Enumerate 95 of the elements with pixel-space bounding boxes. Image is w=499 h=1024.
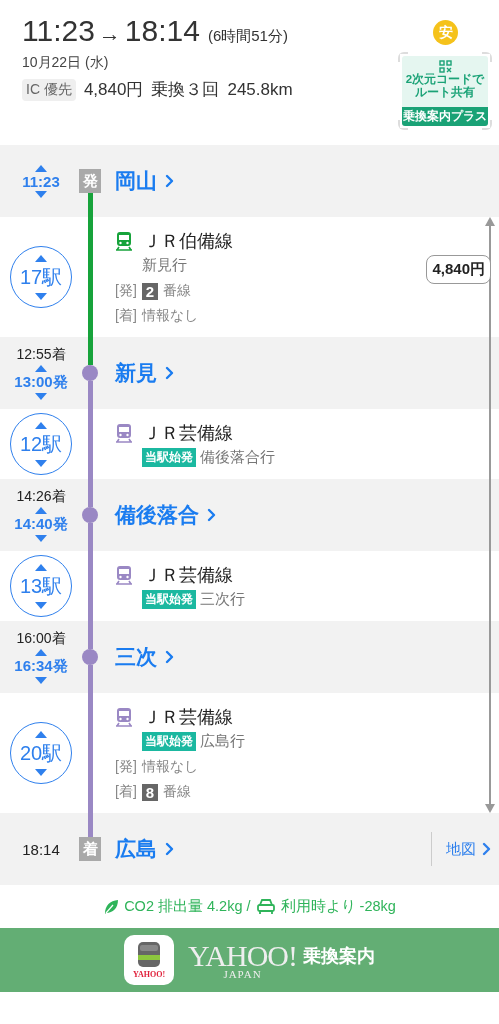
arrow-text: → <box>98 21 121 47</box>
up-arrow-icon[interactable] <box>35 365 47 372</box>
platform-label: [発] <box>115 282 137 300</box>
train-icon <box>115 231 133 251</box>
station-dot <box>82 649 98 665</box>
up-arrow-icon[interactable] <box>35 164 47 172</box>
station-dot <box>82 365 98 381</box>
fare-text: 4,840円 <box>83 79 144 101</box>
fare-label: 4,840円 <box>426 255 491 284</box>
app-icon-label: YAHOO! <box>132 971 166 979</box>
depart-time: 11:23 <box>22 14 95 48</box>
qr-share-button[interactable]: 2次元コードで ルート共有 乗換案内プラス <box>398 52 492 130</box>
platform-text: 番線 <box>163 282 192 300</box>
down-arrow-icon[interactable] <box>35 677 47 684</box>
up-arrow-icon[interactable] <box>35 254 47 262</box>
ic-tag: IC 優先 <box>22 78 76 101</box>
platform-text: 情報なし <box>141 307 198 325</box>
down-arrow-icon[interactable] <box>35 190 47 198</box>
platform-label: [着] <box>115 783 137 801</box>
distance-text: 245.8km <box>227 79 293 100</box>
platform-text: 情報なし <box>141 758 198 776</box>
app-plus-label: 乗換案内プラス <box>402 107 488 126</box>
stop-count-button[interactable]: 20駅 <box>10 722 72 784</box>
down-arrow-icon[interactable] <box>35 768 47 776</box>
first-train-tag: 当駅始発 <box>142 448 196 467</box>
chevron-icon <box>165 366 174 380</box>
destination-text: 三次行 <box>200 590 245 609</box>
train-icon <box>115 565 133 585</box>
chevron-icon <box>207 508 216 522</box>
arrival-time: 18:14 <box>22 840 60 858</box>
platform-label: [発] <box>115 758 137 776</box>
stop-count-button[interactable]: 13駅 <box>10 555 72 617</box>
up-arrow-icon[interactable] <box>35 507 47 514</box>
depart-badge: 発 <box>79 169 101 193</box>
departure-time: 13:00発 <box>14 373 68 392</box>
departure-time: 11:23 <box>22 172 60 190</box>
chevron-icon <box>165 842 174 856</box>
chevron-icon <box>165 650 174 664</box>
line-name: ＪＲ伯備線 <box>143 230 233 253</box>
line-name: ＪＲ芸備線 <box>143 706 233 729</box>
arrive-badge: 着 <box>79 837 101 861</box>
down-arrow-icon[interactable] <box>35 393 47 400</box>
platform-number: 2 <box>141 282 159 300</box>
qr-code-icon <box>438 60 452 73</box>
logo-text: YAHOO! <box>188 940 297 971</box>
app-icon[interactable]: YAHOO! <box>124 935 174 985</box>
co2-saving-text: 利用時より -28kg <box>280 897 396 916</box>
station-link[interactable]: 広島 <box>115 835 174 863</box>
qr-share-text: ルート共有 <box>415 86 475 99</box>
station-dot <box>82 507 98 523</box>
map-link[interactable]: 地図 <box>431 832 491 866</box>
stop-count-button[interactable]: 17駅 <box>10 246 72 308</box>
line-name: ＪＲ芸備線 <box>143 422 233 445</box>
up-arrow-icon[interactable] <box>35 730 47 738</box>
platform-text: 番線 <box>163 783 192 801</box>
down-arrow-icon[interactable] <box>35 459 47 467</box>
transfer-count: 乗換３回 <box>151 79 220 101</box>
line-name: ＪＲ芸備線 <box>143 564 233 587</box>
train-icon <box>115 707 133 727</box>
station-link[interactable]: 新見 <box>115 359 174 387</box>
service-name: 乗換案内 <box>303 945 375 968</box>
departure-time: 16:34発 <box>14 657 68 676</box>
destination-text: 広島行 <box>200 732 245 751</box>
car-icon <box>255 898 276 915</box>
down-arrow-icon[interactable] <box>35 292 47 300</box>
logo-subtext: JAPAN <box>223 968 262 980</box>
date-text: 10月22日 (水) <box>22 54 109 72</box>
stop-count-button[interactable]: 12駅 <box>10 413 72 475</box>
platform-label: [着] <box>115 307 137 325</box>
train-icon <box>136 941 162 969</box>
co2-emission-text: CO2 排出量 4.2kg / <box>124 897 251 916</box>
up-arrow-icon[interactable] <box>35 421 47 429</box>
station-link[interactable]: 備後落合 <box>115 501 216 529</box>
departure-time: 14:40発 <box>14 515 68 534</box>
station-link[interactable]: 岡山 <box>115 167 174 195</box>
down-arrow-icon[interactable] <box>35 535 47 542</box>
chevron-icon <box>482 842 491 856</box>
destination-text: 備後落合行 <box>200 448 275 467</box>
leaf-icon <box>103 898 120 915</box>
first-train-tag: 当駅始発 <box>142 732 196 751</box>
duration-text: (6時間51分) <box>207 27 288 46</box>
arrival-time: 16:00着 <box>16 630 66 648</box>
chevron-icon <box>165 174 174 188</box>
up-arrow-icon[interactable] <box>35 649 47 656</box>
qr-share-text: 2次元コードで <box>405 73 485 86</box>
arrive-time: 18:14 <box>124 14 200 48</box>
arrival-time: 12:55着 <box>16 346 66 364</box>
arrival-time: 14:26着 <box>16 488 66 506</box>
platform-number: 8 <box>141 783 159 801</box>
train-icon <box>115 423 133 443</box>
down-arrow-icon[interactable] <box>35 601 47 609</box>
first-train-tag: 当駅始発 <box>142 590 196 609</box>
up-arrow-icon[interactable] <box>35 563 47 571</box>
station-link[interactable]: 三次 <box>115 643 174 671</box>
destination-text: 新見行 <box>142 256 187 275</box>
